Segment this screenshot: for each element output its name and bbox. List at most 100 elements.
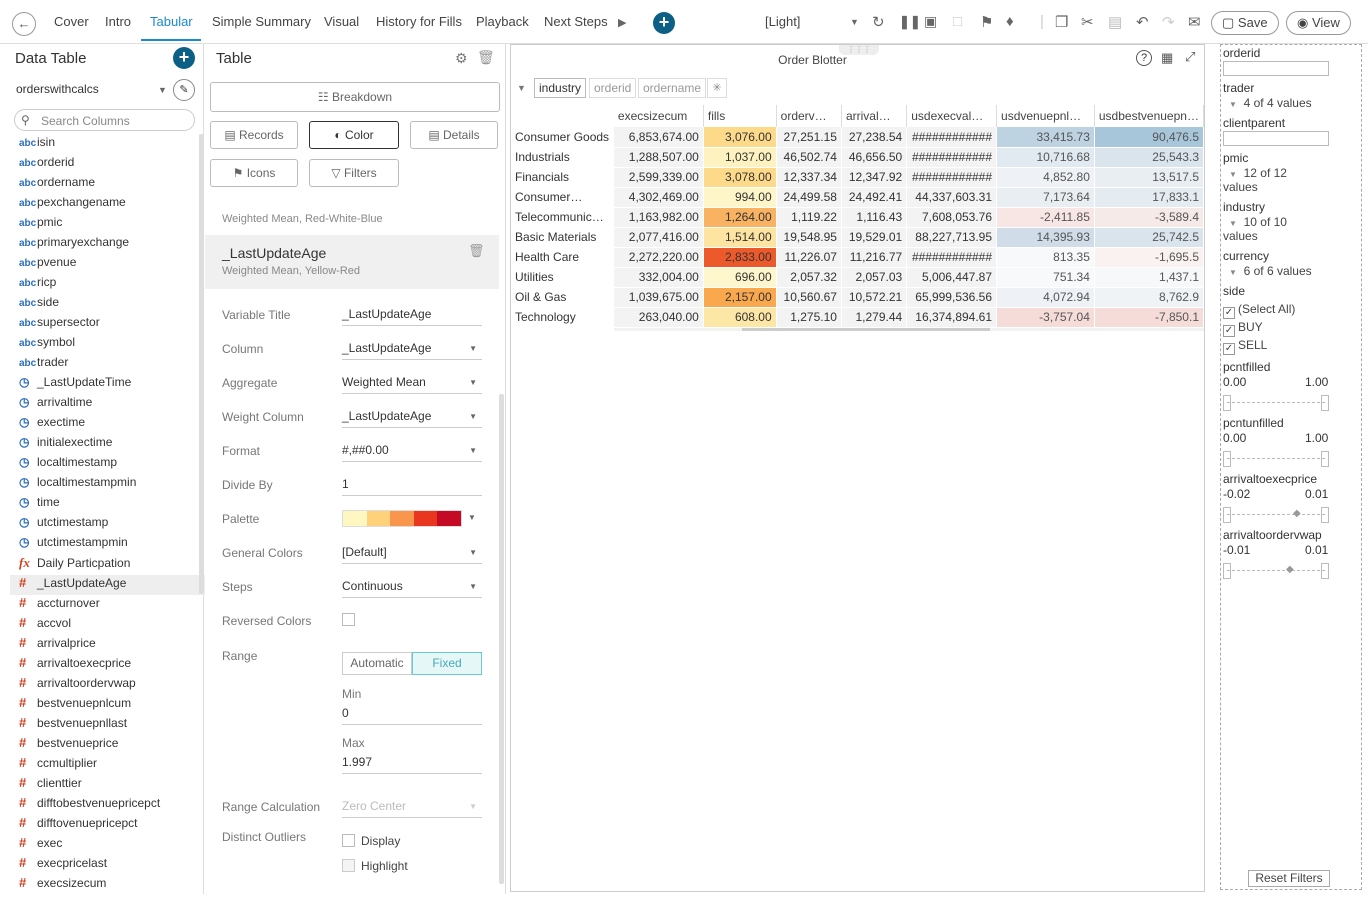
variable-title-input[interactable]: _LastUpdateAge xyxy=(342,307,482,326)
table-row[interactable]: Consumer Goods 6,853,674.00 3,076.00 27,251… xyxy=(511,127,1205,148)
column-list-item[interactable]: # arrivalprice xyxy=(19,635,96,655)
table-cell[interactable]: 12,347.92 xyxy=(841,167,908,188)
table-cell[interactable]: -1,695.5 xyxy=(1094,247,1205,268)
column-list-item[interactable]: ◷ arrivaltime xyxy=(19,395,92,415)
arrivaltoordervwap-range-slider[interactable]: ◆ xyxy=(1223,563,1329,579)
table-cell[interactable]: 7,173.64 xyxy=(996,187,1095,208)
column-list-item[interactable]: abcorderid xyxy=(19,155,74,175)
column-list-item[interactable]: ◷ utctimestamp xyxy=(19,515,108,535)
format-select[interactable]: #,##0.00 ▼ xyxy=(342,443,482,462)
table-cell[interactable]: 27,251.15 xyxy=(776,127,842,148)
column-header[interactable]: fills xyxy=(703,105,777,127)
row-header-industry[interactable]: Health Care xyxy=(511,247,615,267)
delete-trash-icon[interactable]: 🗑 xyxy=(477,49,495,66)
column-list-item[interactable]: abcisin xyxy=(19,135,55,155)
row-header-industry[interactable]: Telecommunic… xyxy=(511,207,615,227)
table-cell[interactable]: 696.00 xyxy=(703,267,777,288)
table-cell[interactable]: 2,833.00 xyxy=(703,247,777,268)
table-cell[interactable]: 2,272,220.00 xyxy=(613,247,704,268)
table-cell[interactable]: 24,499.58 xyxy=(776,187,842,208)
tab-visual[interactable]: Visual xyxy=(324,14,359,29)
comment-icon[interactable]: ✉ xyxy=(1188,13,1201,31)
export-excel-icon[interactable]: ▦ xyxy=(1161,50,1173,66)
settings-scrollbar[interactable] xyxy=(499,394,504,884)
snapshot-camera-icon[interactable]: ▣ xyxy=(924,13,937,30)
table-cell[interactable]: 1,437.1 xyxy=(1094,267,1205,288)
grid-scroll-thumb[interactable] xyxy=(742,328,990,331)
filters-button[interactable]: ▽ Filters xyxy=(309,159,399,187)
table-cell[interactable]: 994.00 xyxy=(703,187,777,208)
table-cell[interactable]: 1,116.43 xyxy=(841,207,908,228)
range-calculation-select[interactable]: Zero Center ▼ xyxy=(342,799,482,818)
copy-icon[interactable]: ❐ xyxy=(1055,13,1068,31)
table-cell[interactable]: 1,119.22 xyxy=(776,207,842,228)
table-cell[interactable]: 1,514.00 xyxy=(703,227,777,248)
column-header[interactable]: orderv… xyxy=(776,105,842,127)
arrivaltoexecprice-range-slider[interactable]: ◆ xyxy=(1223,507,1329,523)
range-automatic-toggle[interactable]: Automatic xyxy=(342,652,412,675)
table-cell[interactable]: 12,337.34 xyxy=(776,167,842,188)
column-list-item[interactable]: ◷ time xyxy=(19,495,60,515)
row-header-industry[interactable]: Technology xyxy=(511,307,615,327)
table-row[interactable]: Oil & Gas 1,039,675.00 2,157.00 10,560.67 10… xyxy=(511,287,1205,308)
table-cell[interactable]: 65,999,536.56 xyxy=(906,287,998,308)
table-cell[interactable]: 19,548.95 xyxy=(776,227,842,248)
tab-cover[interactable]: Cover xyxy=(54,14,89,29)
table-cell[interactable]: 2,057.32 xyxy=(776,267,842,288)
side-buy-checkbox[interactable]: ✓ BUY xyxy=(1223,320,1263,337)
pcntfilled-range-slider[interactable] xyxy=(1223,395,1329,411)
column-list-item[interactable]: # execpricelast xyxy=(19,855,107,875)
range-fixed-toggle[interactable]: Fixed xyxy=(412,652,482,675)
filter-trader-dropdown[interactable]: ▼ 4 of 4 values xyxy=(1229,96,1312,110)
table-cell[interactable]: 3,076.00 xyxy=(703,127,777,148)
column-list-item[interactable]: ◷ utctimestampmin xyxy=(19,535,128,555)
column-header[interactable]: arrival… xyxy=(841,105,908,127)
table-row[interactable]: Health Care 2,272,220.00 2,833.00 11,226.07… xyxy=(511,247,1205,268)
details-button[interactable]: ▤ Details xyxy=(410,121,498,149)
table-cell[interactable]: 2,057.03 xyxy=(841,267,908,288)
column-list-item[interactable]: # bestvenuepnllast xyxy=(19,715,127,735)
table-cell[interactable]: 6,853,674.00 xyxy=(613,127,704,148)
table-cell[interactable]: -3,757.04 xyxy=(996,307,1095,328)
tab-intro[interactable]: Intro xyxy=(105,14,131,29)
row-header-industry[interactable]: Basic Materials xyxy=(511,227,615,247)
table-cell[interactable]: 2,157.00 xyxy=(703,287,777,308)
collapse-breakdown-icon[interactable]: ▼ xyxy=(517,83,526,93)
column-list-item[interactable]: abcpvenue xyxy=(19,255,76,275)
table-cell[interactable]: 4,072.94 xyxy=(996,287,1095,308)
column-list-item[interactable]: abctrader xyxy=(19,355,68,375)
min-input[interactable]: 0 xyxy=(342,706,482,725)
weight-column-select[interactable]: _LastUpdateAge ▼ xyxy=(342,409,482,428)
tab-next-steps[interactable]: Next Steps xyxy=(544,14,608,29)
table-cell[interactable]: 46,502.74 xyxy=(776,147,842,168)
column-list-item[interactable]: abcpexchangename xyxy=(19,195,126,215)
tab-tabular[interactable]: Tabular xyxy=(150,14,193,29)
table-row[interactable]: Industrials 1,288,507.00 1,037.00 46,502.74… xyxy=(511,147,1205,168)
table-cell[interactable]: 88,227,713.95 xyxy=(906,227,998,248)
theme-dropdown-icon[interactable]: ▼ xyxy=(850,17,859,27)
table-cell[interactable]: 11,216.77 xyxy=(841,247,908,268)
breakdown-chip-ordername[interactable]: ordername xyxy=(638,78,707,98)
column-list-item[interactable]: # accvol xyxy=(19,615,71,635)
steps-select[interactable]: Continuous ▼ xyxy=(342,579,482,598)
table-cell[interactable]: 1,163,982.00 xyxy=(613,207,704,228)
column-list-item[interactable]: abcordername xyxy=(19,175,95,195)
table-cell[interactable]: 1,275.10 xyxy=(776,307,842,328)
table-cell[interactable]: 46,656.50 xyxy=(841,147,908,168)
table-cell[interactable]: 4,302,469.00 xyxy=(613,187,704,208)
column-list-item[interactable]: ◷ localtimestampmin xyxy=(19,475,136,495)
table-cell[interactable]: 1,039,675.00 xyxy=(613,287,704,308)
column-header[interactable]: usdbestvenuepn… xyxy=(1094,105,1205,127)
column-list-item[interactable]: ◷ exectime xyxy=(19,415,85,435)
row-header-industry[interactable]: Financials xyxy=(511,167,615,187)
redo-icon[interactable]: ↷ xyxy=(1162,13,1175,31)
row-header-industry[interactable]: Oil & Gas xyxy=(511,287,615,307)
undo-icon[interactable]: ↶ xyxy=(1136,13,1149,31)
table-cell[interactable]: 44,337,603.31 xyxy=(906,187,998,208)
table-cell[interactable]: 751.34 xyxy=(996,267,1095,288)
table-row[interactable]: Utilities 332,004.00 696.00 2,057.32 2,057.0… xyxy=(511,267,1205,288)
table-cell[interactable]: 2,599,339.00 xyxy=(613,167,704,188)
column-list-item[interactable]: abcprimaryexchange xyxy=(19,235,129,255)
help-icon[interactable]: ? xyxy=(1136,50,1152,66)
table-cell[interactable]: 17,833.1 xyxy=(1094,187,1205,208)
